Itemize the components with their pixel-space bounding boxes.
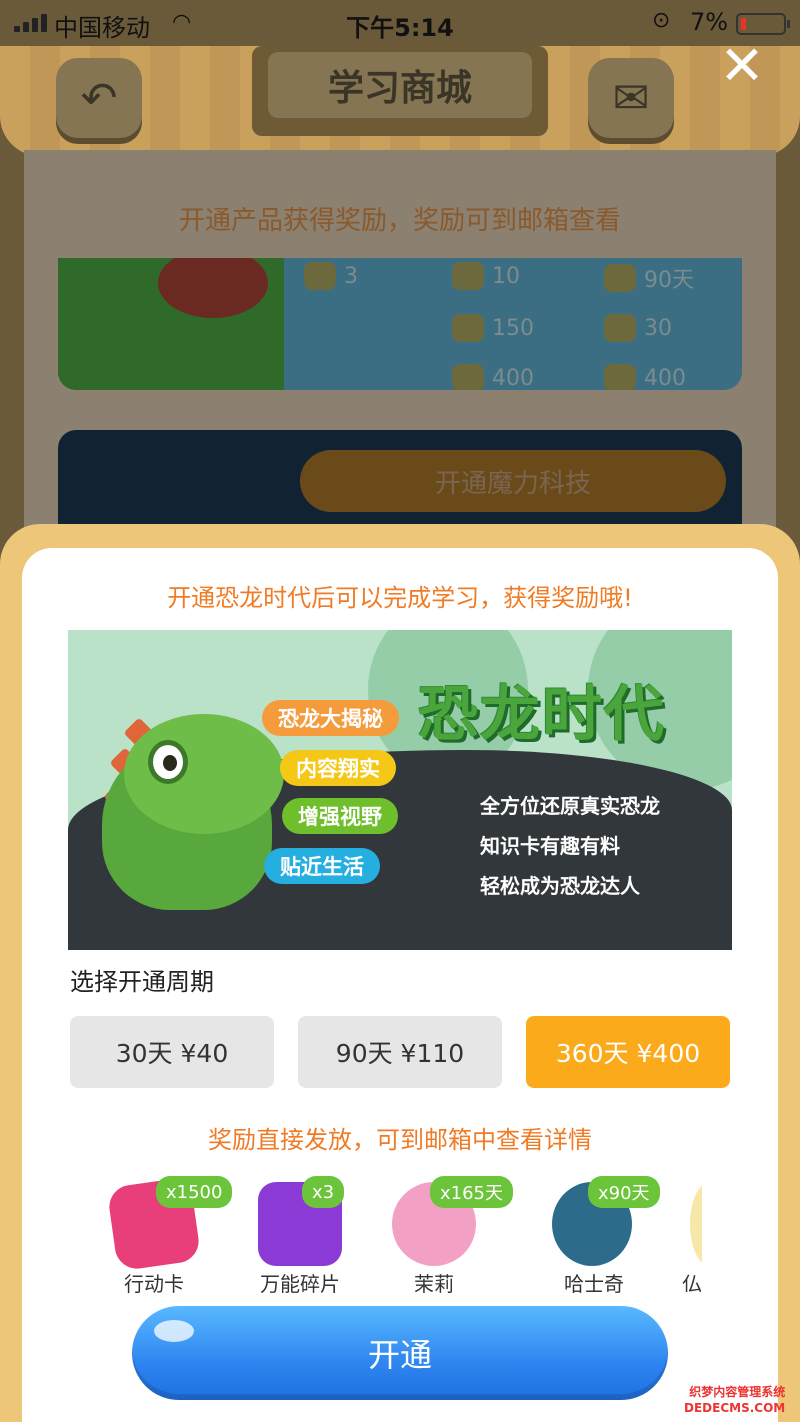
reward-notice: 开通产品获得奖励，奖励可到邮箱查看 <box>178 206 621 236</box>
reward-count-badge: x90天 <box>588 1176 660 1208</box>
dinosaur-banner: 恐龙大揭秘 内容翔实 增强视野 贴近生活 恐龙时代 全方位还原真实恐龙 知识卡有… <box>68 630 732 950</box>
open-button[interactable]: 开通 <box>132 1306 668 1400</box>
heart-icon <box>452 314 484 342</box>
reward-item: 10 <box>452 262 520 290</box>
reward-item: 30 <box>604 314 672 342</box>
reward-item: x1500 行动卡 <box>102 1176 233 1296</box>
product-card: 3 10 90天 150 30 400 400 <box>58 258 742 390</box>
mail-button[interactable]: ✉ <box>588 58 674 138</box>
period-option-30[interactable]: 30天 ¥40 <box>70 1016 274 1088</box>
banner-line: 知识卡有趣有料 <box>480 834 620 858</box>
back-arrow-icon: ↶ <box>80 72 118 124</box>
back-button[interactable]: ↶ <box>56 58 142 138</box>
husky-icon <box>604 264 636 292</box>
watermark: 织梦内容管理系统 DEDECMS.COM <box>684 1385 786 1415</box>
banner-title: 恐龙时代 <box>418 680 666 750</box>
purchase-modal: 开通恐龙时代后可以完成学习，获得奖励哦! 恐龙大揭秘 内容翔实 增强视野 贴近生… <box>22 548 778 1422</box>
open-magic-tech-button[interactable]: 开通魔力科技 <box>300 450 726 512</box>
mail-icon: ✉ <box>612 72 650 124</box>
reward-count-badge: x1500 <box>156 1176 233 1208</box>
reward-item: 150 <box>452 314 534 342</box>
banner-tag: 恐龙大揭秘 <box>262 700 399 736</box>
reward-item: x3 万能碎片 <box>248 1176 358 1296</box>
reward-item: 400 <box>452 364 534 390</box>
banner-line: 全方位还原真实恐龙 <box>480 794 660 818</box>
reward-item: x90天 哈士奇 <box>542 1176 660 1296</box>
reward-item: 90天 <box>604 262 694 294</box>
modal-tip: 开通恐龙时代后可以完成学习，获得奖励哦! <box>167 584 633 612</box>
period-label: 选择开通周期 <box>70 968 214 996</box>
banner-line: 轻松成为恐龙达人 <box>480 874 640 898</box>
reward-label: 哈士奇 <box>564 1272 624 1296</box>
reward-tip: 奖励直接发放，可到邮箱中查看详情 <box>208 1126 592 1154</box>
dinosaur-head <box>124 714 284 834</box>
dinosaur-eye <box>148 740 188 784</box>
page-title-plaque: 学习商城 <box>252 46 548 136</box>
reward-item: x165天 茉莉 <box>382 1176 514 1296</box>
diamond-icon <box>452 364 484 390</box>
lightning-icon <box>452 262 484 290</box>
reward-item: 400 <box>604 364 686 390</box>
period-option-360[interactable]: 360天 ¥400 <box>526 1016 730 1088</box>
pet-icon <box>690 1182 702 1266</box>
reward-label: 茉莉 <box>414 1272 454 1296</box>
reward-count-badge: x165天 <box>430 1176 514 1208</box>
period-option-90[interactable]: 90天 ¥110 <box>298 1016 502 1088</box>
heart-icon <box>604 364 636 390</box>
banner-tag: 贴近生活 <box>264 848 380 884</box>
parrot-image <box>158 258 268 318</box>
banner-tag: 内容翔实 <box>280 750 396 786</box>
reward-label: 行动卡 <box>124 1272 184 1296</box>
reward-item: 3 <box>304 262 358 290</box>
product-image <box>58 258 284 390</box>
lightning-icon <box>604 314 636 342</box>
page-title: 学习商城 <box>268 52 532 118</box>
reward-item: 仏 <box>682 1182 702 1292</box>
reward-count-badge: x3 <box>302 1176 345 1208</box>
close-icon[interactable]: ✕ <box>716 39 768 93</box>
lightning-icon <box>304 262 336 290</box>
banner-tag: 增强视野 <box>282 798 398 834</box>
reward-label: 仏 <box>682 1272 702 1292</box>
reward-label: 万能碎片 <box>260 1272 340 1296</box>
